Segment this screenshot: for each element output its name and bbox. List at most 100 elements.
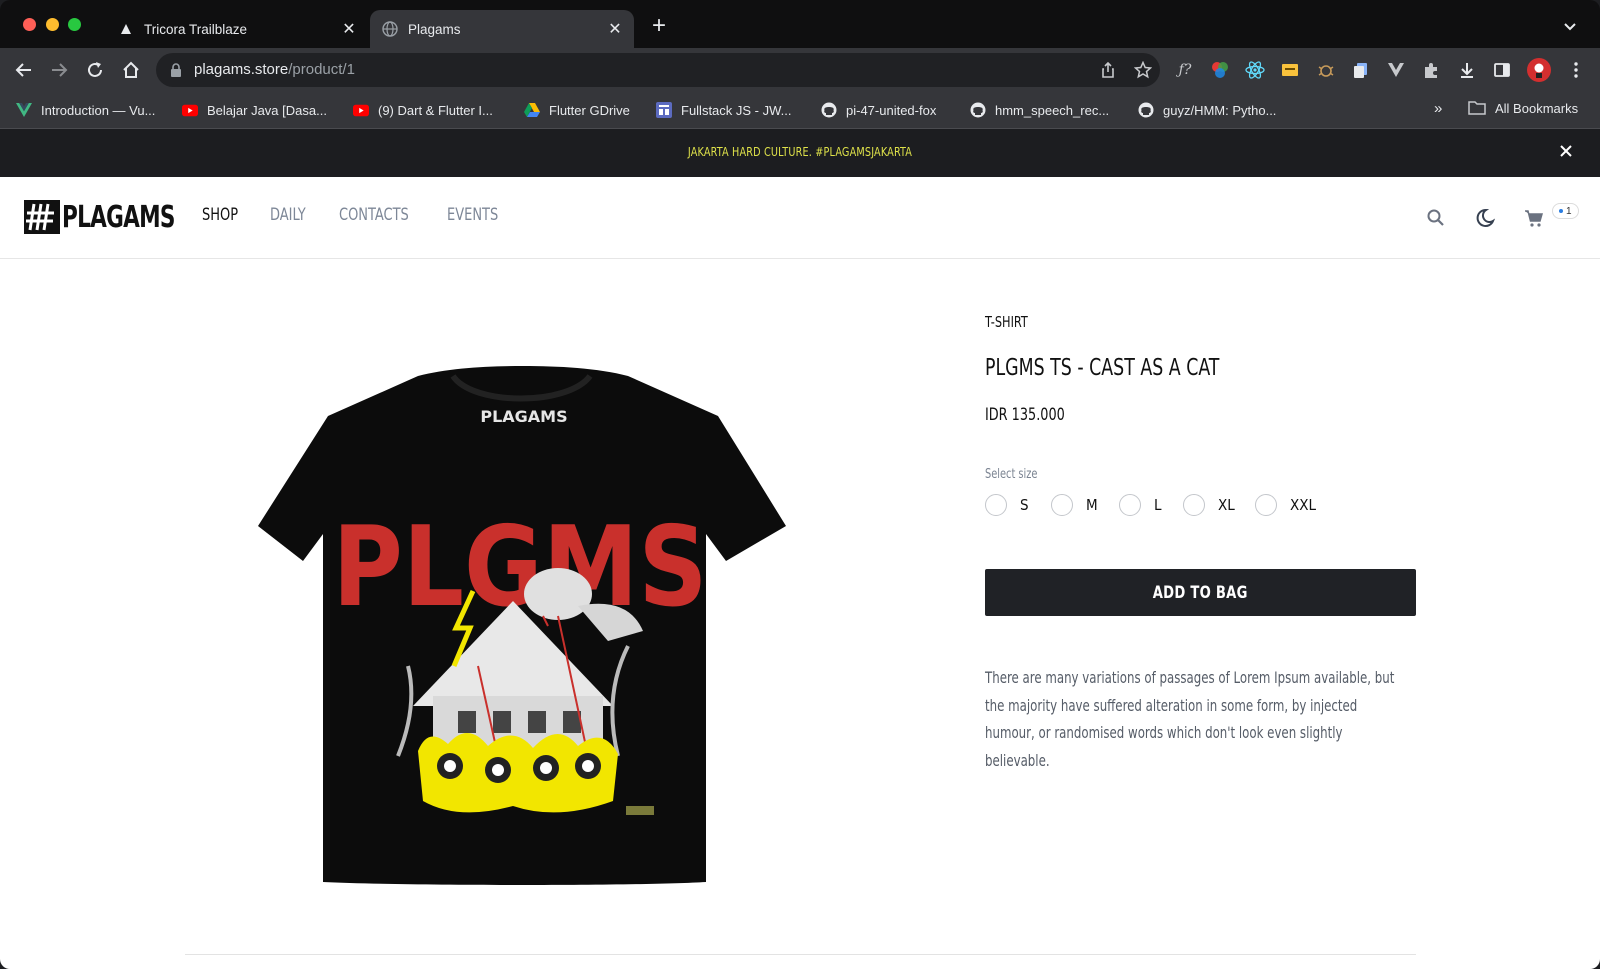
- youtube-icon: [182, 102, 198, 118]
- github-icon: [1138, 102, 1154, 118]
- tab-tricora-trailblaze[interactable]: Tricora Trailblaze ✕: [106, 10, 368, 48]
- lock-icon[interactable]: [170, 63, 182, 77]
- bookmark-item[interactable]: pi-47-united-fox: [821, 100, 936, 120]
- reload-button[interactable]: [83, 58, 107, 82]
- size-option-xxl[interactable]: XXL: [1255, 494, 1316, 516]
- color-extension-icon[interactable]: [1210, 60, 1230, 80]
- size-option-xl[interactable]: XL: [1183, 494, 1235, 516]
- tab-close-icon[interactable]: ✕: [340, 20, 358, 38]
- close-window-button[interactable]: [23, 18, 36, 31]
- size-radio[interactable]: [985, 494, 1007, 516]
- browser-toolbar: plagams.store/product/1 ƒ?: [0, 48, 1600, 92]
- product-category: T-SHIRT: [985, 313, 1028, 331]
- youtube-icon: [353, 102, 369, 118]
- cart-count: 1: [1566, 205, 1572, 217]
- bookmark-label: Flutter GDrive: [549, 102, 630, 118]
- vue-icon: [16, 102, 32, 118]
- bookmark-item[interactable]: (9) Dart & Flutter I...: [353, 100, 493, 120]
- back-button[interactable]: [12, 58, 36, 82]
- menu-item-events[interactable]: EVENTS: [447, 205, 498, 225]
- cart-icon[interactable]: [1523, 207, 1545, 229]
- cart-count-badge: 1: [1552, 203, 1579, 219]
- triangle-icon: [118, 21, 134, 37]
- copy-extension-icon[interactable]: [1351, 60, 1371, 80]
- vue-devtools-icon[interactable]: [1386, 60, 1406, 80]
- bookmark-label: hmm_speech_rec...: [995, 102, 1110, 118]
- more-bookmarks-button[interactable]: »: [1434, 100, 1442, 117]
- tab-title: Tricora Trailblaze: [144, 21, 248, 37]
- menu-item-contacts[interactable]: CONTACTS: [339, 205, 409, 225]
- search-icon[interactable]: [1425, 207, 1447, 229]
- kebab-menu-icon[interactable]: [1566, 60, 1586, 80]
- maximize-window-button[interactable]: [68, 18, 81, 31]
- divider: [185, 954, 1416, 955]
- home-icon: [123, 61, 139, 78]
- close-icon[interactable]: [1556, 141, 1576, 161]
- github-icon: [821, 102, 837, 118]
- folder-icon: [1468, 100, 1486, 116]
- profile-avatar[interactable]: [1527, 58, 1551, 82]
- size-option-s[interactable]: S: [985, 494, 1029, 516]
- size-text: XL: [1218, 496, 1235, 514]
- browser-window: Tricora Trailblaze ✕ Plagams ✕ + plagams…: [0, 0, 1600, 969]
- bookmark-item[interactable]: Fullstack JS - JW...: [656, 100, 792, 120]
- announcement-bar: JAKARTA HARD CULTURE. #PLAGAMSJAKARTA: [0, 129, 1600, 177]
- bug-extension-icon[interactable]: [1316, 60, 1336, 80]
- product-image[interactable]: PLAGAMS PLGMS: [258, 366, 788, 896]
- bookmark-item[interactable]: Belajar Java [Dasa...: [182, 100, 327, 120]
- bookmarks-bar: Introduction — Vu... Belajar Java [Dasa.…: [0, 92, 1600, 129]
- bookmark-label: Belajar Java [Dasa...: [207, 102, 327, 118]
- tab-close-icon[interactable]: ✕: [606, 20, 624, 38]
- size-text: M: [1086, 496, 1098, 514]
- address-bar[interactable]: plagams.store/product/1: [156, 53, 1160, 87]
- minimize-window-button[interactable]: [46, 18, 59, 31]
- folder-extension-icon[interactable]: [1280, 60, 1300, 80]
- size-text: XXL: [1290, 496, 1317, 514]
- reload-icon: [88, 62, 102, 77]
- star-icon[interactable]: [1133, 60, 1153, 79]
- gdrive-icon: [524, 102, 540, 118]
- site-header: PLAGAMS SHOP DAILY CONTACTS EVENTS 1: [0, 177, 1600, 259]
- bookmark-item[interactable]: hmm_speech_rec...: [970, 100, 1109, 120]
- size-radio[interactable]: [1051, 494, 1073, 516]
- chevron-down-icon[interactable]: [1562, 18, 1578, 34]
- new-tab-button[interactable]: +: [648, 14, 670, 38]
- tab-plagams[interactable]: Plagams ✕: [370, 10, 634, 48]
- size-label: Select size: [985, 467, 1038, 482]
- all-bookmarks-button[interactable]: All Bookmarks: [1468, 100, 1578, 116]
- bookmark-item[interactable]: guyz/HMM: Pytho...: [1138, 100, 1276, 120]
- size-option-m[interactable]: M: [1051, 494, 1098, 516]
- site-logo[interactable]: PLAGAMS: [24, 198, 219, 236]
- dark-mode-icon[interactable]: [1474, 207, 1496, 229]
- globe-icon: [382, 21, 398, 37]
- size-option-l[interactable]: L: [1119, 494, 1162, 516]
- download-icon[interactable]: [1457, 60, 1477, 80]
- product-title: PLGMS TS - CAST AS A CAT: [985, 355, 1220, 381]
- size-radio[interactable]: [1255, 494, 1277, 516]
- puzzle-icon[interactable]: [1421, 60, 1441, 80]
- all-bookmarks-label: All Bookmarks: [1495, 100, 1579, 116]
- formula-extension-icon[interactable]: ƒ?: [1175, 60, 1195, 80]
- menu-item-daily[interactable]: DAILY: [270, 205, 306, 225]
- react-devtools-icon[interactable]: [1245, 60, 1265, 80]
- size-radio[interactable]: [1183, 494, 1205, 516]
- bookmark-item[interactable]: Flutter GDrive: [524, 100, 630, 120]
- url-text[interactable]: plagams.store/product/1: [194, 61, 355, 78]
- add-to-bag-label: ADD TO BAG: [1153, 582, 1248, 603]
- size-radio[interactable]: [1119, 494, 1141, 516]
- forward-button[interactable]: [47, 58, 71, 82]
- bookmark-item[interactable]: Introduction — Vu...: [16, 100, 155, 120]
- board-icon: [656, 102, 672, 118]
- bookmark-label: pi-47-united-fox: [846, 102, 937, 118]
- skeleton-cats-graphic: [418, 732, 618, 813]
- bookmark-label: Introduction — Vu...: [41, 102, 156, 118]
- size-selector: S M L XL XXL: [985, 494, 1405, 520]
- web-page: JAKARTA HARD CULTURE. #PLAGAMSJAKARTA PL…: [0, 129, 1600, 969]
- side-panel-icon[interactable]: [1492, 60, 1512, 80]
- product-description: There are many variations of passages of…: [985, 668, 1395, 770]
- add-to-bag-button[interactable]: ADD TO BAG: [985, 569, 1416, 616]
- bookmark-label: guyz/HMM: Pytho...: [1163, 102, 1277, 118]
- home-button[interactable]: [119, 58, 143, 82]
- menu-item-shop[interactable]: SHOP: [202, 205, 238, 225]
- share-icon[interactable]: [1099, 61, 1117, 79]
